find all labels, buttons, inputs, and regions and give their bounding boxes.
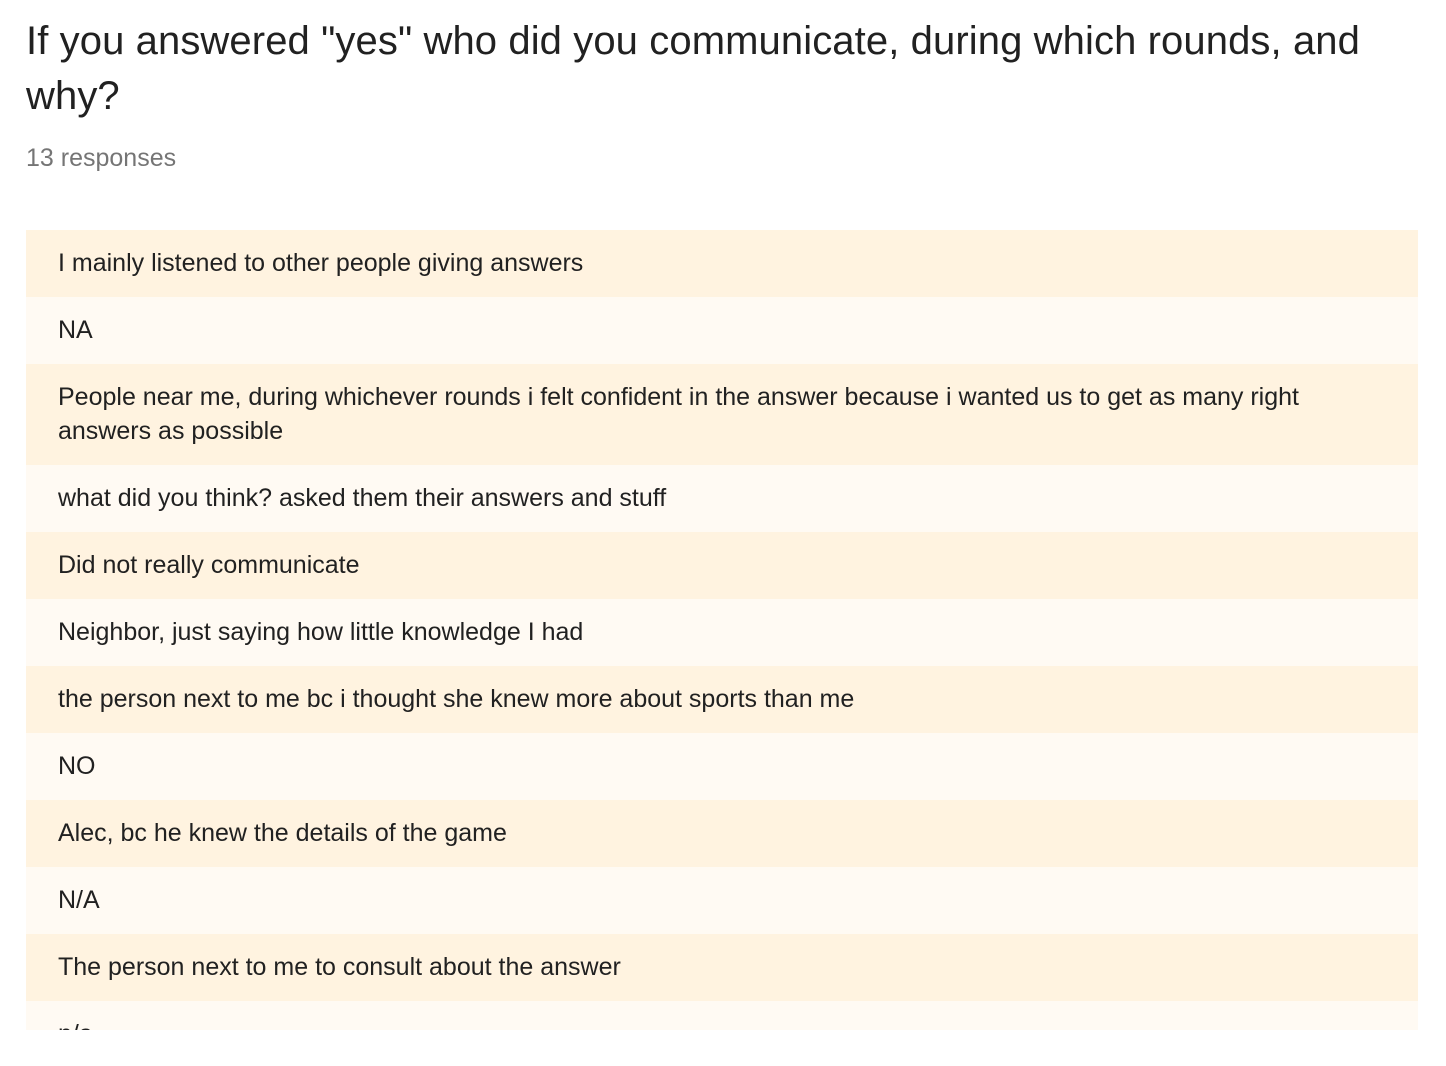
response-item: Alec, bc he knew the details of the game <box>26 800 1418 867</box>
response-item: Did not really communicate <box>26 532 1418 599</box>
response-item: the person next to me bc i thought she k… <box>26 666 1418 733</box>
response-item: n/a <box>26 1001 1418 1030</box>
response-item: People near me, during whichever rounds … <box>26 364 1418 465</box>
response-item: The person next to me to consult about t… <box>26 934 1418 1001</box>
question-title: If you answered "yes" who did you commun… <box>26 19 1360 118</box>
response-item: what did you think? asked them their ans… <box>26 465 1418 532</box>
response-item: Neighbor, just saying how little knowled… <box>26 599 1418 666</box>
response-item: N/A <box>26 867 1418 934</box>
response-list[interactable]: I mainly listened to other people giving… <box>26 230 1418 1030</box>
question-card: If you answered "yes" who did you commun… <box>26 0 1418 173</box>
response-item: I mainly listened to other people giving… <box>26 230 1418 297</box>
response-item: NO <box>26 733 1418 800</box>
response-count: 13 responses <box>26 144 177 172</box>
response-item: NA <box>26 297 1418 364</box>
